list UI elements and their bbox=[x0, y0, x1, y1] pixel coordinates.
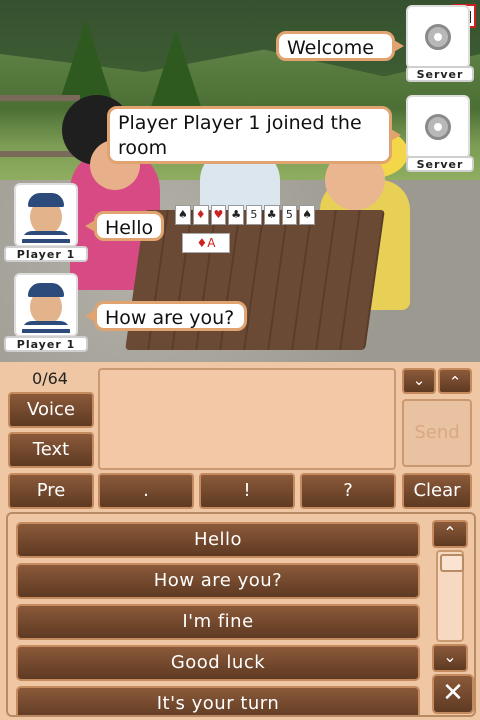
send-button[interactable]: Send bbox=[402, 399, 472, 467]
scroll-down-button[interactable]: ⌄ bbox=[432, 644, 468, 672]
sender-name: Player 1 bbox=[4, 246, 88, 262]
card: 5 bbox=[246, 205, 262, 225]
phrase-list: Hello How are you? I'm fine Good luck It… bbox=[6, 512, 476, 717]
text-button[interactable]: Text bbox=[8, 432, 94, 468]
phrase-item[interactable]: Hello bbox=[16, 522, 420, 558]
card: ♦ bbox=[192, 205, 209, 225]
card: 5 bbox=[281, 205, 298, 225]
card: ♠ bbox=[175, 205, 191, 225]
table-card: ♦A bbox=[182, 233, 230, 253]
gear-icon bbox=[425, 114, 451, 140]
close-icon: ✕ bbox=[442, 678, 464, 708]
player-avatar bbox=[14, 273, 78, 337]
chat-message-text: How are you? bbox=[105, 307, 235, 329]
chevron-up-icon: ⌃ bbox=[448, 373, 462, 391]
phrase-item[interactable]: Good luck bbox=[16, 645, 420, 681]
card: ♠ bbox=[299, 205, 315, 225]
phrase-item[interactable]: I'm fine bbox=[16, 604, 420, 640]
scroll-thumb[interactable] bbox=[440, 554, 464, 572]
phrase-item[interactable]: It's your turn bbox=[16, 686, 420, 715]
chat-bubble-player: How are you? bbox=[85, 301, 247, 331]
clear-button[interactable]: Clear bbox=[402, 473, 472, 509]
tree bbox=[60, 20, 112, 100]
chat-message-text: Welcome bbox=[287, 37, 374, 59]
server-avatar bbox=[406, 95, 470, 159]
chat-bubble-player: Hello bbox=[85, 211, 164, 241]
phrase-scrollbar[interactable]: ⌃ ⌄ bbox=[432, 520, 468, 680]
tree bbox=[150, 30, 202, 110]
question-button[interactable]: ? bbox=[300, 473, 396, 509]
scroll-up-history-button[interactable]: ⌃ bbox=[438, 368, 472, 394]
chat-message-text: Player Player 1 joined the room bbox=[118, 112, 362, 159]
card: ♣ bbox=[228, 205, 244, 225]
char-counter: 0/64 bbox=[32, 369, 68, 388]
phrase-item[interactable]: How are you? bbox=[16, 563, 420, 599]
chevron-up-icon: ⌃ bbox=[443, 523, 457, 542]
scroll-down-history-button[interactable]: ⌄ bbox=[402, 368, 436, 394]
close-button[interactable]: ✕ bbox=[432, 674, 474, 714]
game-scene: ♠ ♦ ♥ ♣ 5 ♣ 5 ♠ ♦A Welcome Server Player… bbox=[0, 0, 480, 362]
chevron-down-icon: ⌄ bbox=[412, 371, 426, 389]
gear-icon bbox=[425, 24, 451, 50]
scroll-up-button[interactable]: ⌃ bbox=[432, 520, 468, 548]
preset-button[interactable]: Pre bbox=[8, 473, 94, 509]
scroll-track[interactable] bbox=[436, 550, 464, 642]
card: ♥ bbox=[210, 205, 227, 225]
exclamation-button[interactable]: ! bbox=[199, 473, 295, 509]
chat-bubble-server: Player Player 1 joined the room bbox=[107, 106, 401, 164]
sender-name: Server bbox=[406, 156, 474, 172]
chat-bubble-server: Welcome bbox=[276, 31, 404, 61]
hand-cards: ♠ ♦ ♥ ♣ 5 ♣ 5 ♠ bbox=[175, 205, 315, 225]
message-input[interactable] bbox=[98, 368, 396, 470]
chat-message-text: Hello bbox=[105, 217, 154, 239]
player-avatar bbox=[14, 183, 78, 247]
voice-button[interactable]: Voice bbox=[8, 392, 94, 428]
chevron-down-icon: ⌄ bbox=[443, 647, 457, 666]
server-avatar bbox=[406, 5, 470, 69]
card: ♣ bbox=[263, 205, 280, 225]
chat-control-panel: 0/64 Voice Text ⌄ ⌃ Send Pre . ! ? Clear… bbox=[0, 362, 480, 720]
sender-name: Server bbox=[406, 66, 474, 82]
sender-name: Player 1 bbox=[4, 336, 88, 352]
period-button[interactable]: . bbox=[98, 473, 194, 509]
